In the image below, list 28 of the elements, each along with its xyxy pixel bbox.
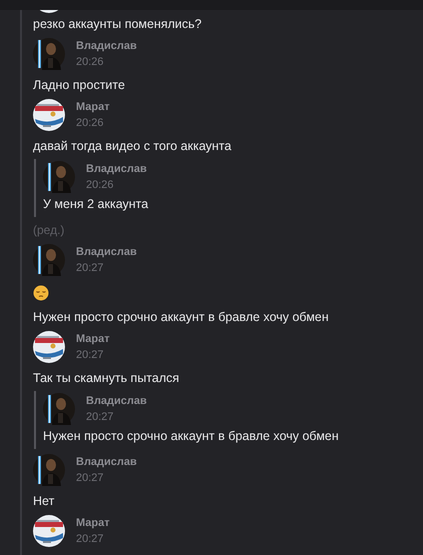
message-time: 20:27 — [76, 471, 105, 486]
message-time: 20:26 — [76, 55, 105, 70]
author-name[interactable]: Владислав — [86, 394, 147, 409]
message-time: 20:26 — [76, 116, 105, 131]
message-time: 20:27 — [76, 532, 105, 547]
message-text: Нужен просто срочно аккаунт в бравле хочу обмен — [43, 428, 340, 445]
message-text: Ладно простите — [33, 77, 126, 94]
message-time: 20:26 — [86, 178, 115, 193]
message-time: 20:27 — [86, 410, 115, 425]
reply-quote[interactable]: Владислав 20:26 У меня 2 аккаунта — [34, 159, 423, 217]
sad-face-icon — [33, 285, 49, 301]
message-time: 20:27 — [76, 261, 105, 276]
message-text: Нужен просто срочно аккаунт в бравле хочу обмен — [33, 309, 330, 326]
message-text: Нет — [33, 493, 56, 510]
edited-label: (ред.) — [33, 222, 64, 239]
author-name[interactable]: Марат — [76, 332, 110, 347]
message-time: 20:27 — [76, 348, 105, 363]
message-text: У меня 2 аккаунта — [43, 196, 150, 213]
reply-quote[interactable]: Владислав 20:27 Нужен просто срочно аккаунт в бравле хочу обмен — [34, 391, 423, 449]
author-name[interactable]: Владислав — [76, 39, 137, 54]
author-name[interactable]: Марат — [76, 100, 110, 115]
author-name[interactable]: Владислав — [86, 162, 147, 177]
message-text: резко аккаунты поменялись? — [33, 16, 203, 33]
author-name[interactable]: Владислав — [76, 455, 137, 470]
author-name[interactable]: Марат — [76, 516, 110, 531]
author-name[interactable]: Владислав — [76, 245, 137, 260]
message-text: давай тогда видео с того аккаунта — [33, 138, 232, 155]
message-text: Так ты скамнуть пытался — [33, 370, 180, 387]
